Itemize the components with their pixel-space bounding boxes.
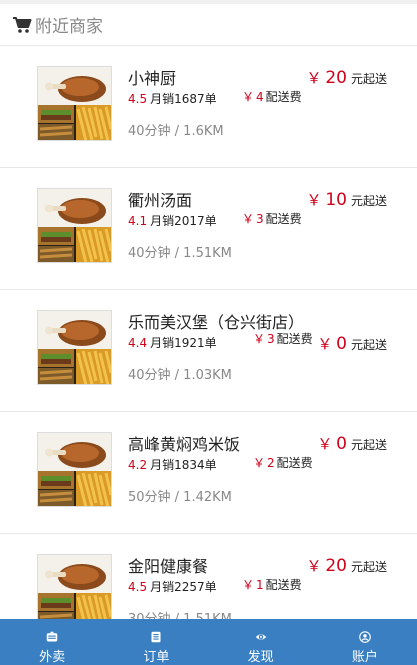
delivery-label: 配送费 <box>276 332 313 346</box>
tab-discover-label: 发现 <box>247 650 274 665</box>
shop-name: 高峰黄焖鸡米饭 <box>128 435 241 454</box>
shop-distance: 40分钟 / 1.51KM <box>128 246 232 261</box>
delivery-label: 配送费 <box>276 456 313 470</box>
food-image <box>38 189 111 262</box>
nearby-header: 附近商家 <box>0 4 417 46</box>
min-value: 10 <box>325 190 347 210</box>
min-currency: ￥ <box>306 191 322 209</box>
min-label: 元起送 <box>350 338 387 352</box>
delivery-value: 3 <box>256 212 264 226</box>
delivery-currency: ￥ <box>242 578 255 592</box>
delivery-label: 配送费 <box>265 578 302 592</box>
min-label: 元起送 <box>350 438 387 452</box>
shop-distance: 40分钟 / 1.6KM <box>128 124 224 139</box>
minimum-order: ￥ 0 元起送 <box>317 433 387 454</box>
food-image <box>38 433 111 506</box>
shop-thumbnail <box>37 310 112 385</box>
shop-meta: 4.5 月销1687单 <box>128 90 217 107</box>
shop-sales: 月销1687单 <box>150 92 217 106</box>
shop-meta: 4.2 月销1834单 <box>128 456 217 473</box>
min-currency: ￥ <box>306 69 322 87</box>
delivery-fee: ￥ 2 配送费 <box>253 454 313 471</box>
delivery-currency: ￥ <box>253 332 266 346</box>
delivery-fee: ￥ 3 配送费 <box>253 330 313 347</box>
shop-name: 衢州汤面 <box>128 191 193 210</box>
shop-sales: 月销2257单 <box>150 580 217 594</box>
minimum-order: ￥ 20 元起送 <box>307 67 388 88</box>
delivery-fee: ￥ 3 配送费 <box>242 210 302 227</box>
min-currency: ￥ <box>306 557 322 575</box>
shop-meta: 4.4 月销1921单 <box>128 334 217 351</box>
delivery-fee: ￥ 4 配送费 <box>242 88 302 105</box>
delivery-label: 配送费 <box>265 212 302 226</box>
delivery-value: 4 <box>256 90 264 104</box>
shop-distance: 50分钟 / 1.42KM <box>128 490 232 505</box>
tab-order-label: 订单 <box>143 650 170 665</box>
shop-sales: 月销2017单 <box>150 214 217 228</box>
shop-item[interactable]: 高峰黄焖鸡米饭 4.2 月销1834单 50分钟 / 1.42KM ￥ 2 配送费 ￥… <box>0 412 417 534</box>
shop-rating: 4.1 <box>128 214 148 228</box>
takeout-icon <box>46 631 58 642</box>
shop-rating: 4.4 <box>128 336 148 350</box>
shop-sales: 月销1921单 <box>150 336 217 350</box>
shop-item[interactable]: 金阳健康餐 4.5月销2257单 30分钟 / 1.51KM ￥1配送费 ￥ 2… <box>0 534 417 619</box>
shop-thumbnail <box>37 554 112 619</box>
delivery-currency: ￥ <box>242 90 255 104</box>
minimum-order: ￥ 10 元起送 <box>307 189 388 210</box>
delivery-fee: ￥ 1 配送费 <box>242 576 302 593</box>
shop-rating: 4.5 <box>128 580 148 594</box>
shop-item[interactable]: 衢州汤面 4.1 月销2017单 40分钟 / 1.51KM ￥ 3 配送费 ￥ 10… <box>0 168 417 290</box>
min-value: 0 <box>336 334 347 354</box>
minimum-order: ￥ 20 元起送 <box>307 555 388 576</box>
shop-rating: 4.5 <box>128 92 148 106</box>
min-currency: ￥ <box>317 435 333 453</box>
delivery-value: 2 <box>267 456 275 470</box>
shop-thumbnail <box>37 188 112 263</box>
minimum-order: ￥ 0 元起送 <box>317 333 387 354</box>
tab-order[interactable]: 订单 <box>104 619 208 665</box>
delivery-value: 1 <box>256 578 264 592</box>
min-label: 元起送 <box>350 194 387 208</box>
order-icon <box>151 631 161 643</box>
delivery-label: 配送费 <box>265 90 302 104</box>
shop-name: 小神厨 <box>128 69 177 88</box>
shop-meta: 4.1 月销2017单 <box>128 212 217 229</box>
page-title: 附近商家 <box>35 17 103 37</box>
tab-takeout-label: 外卖 <box>39 650 66 665</box>
food-image <box>38 555 111 619</box>
shop-thumbnail <box>37 432 112 507</box>
shop-name: 金阳健康餐 <box>128 557 209 576</box>
cart-icon <box>13 16 32 33</box>
min-value: 20 <box>325 556 347 576</box>
shop-meta: 4.5 月销2257单 <box>128 578 217 595</box>
food-image <box>38 67 111 140</box>
shop-item[interactable]: 小神厨 4.5 月销1687单 40分钟 / 1.6KM ￥ 4 配送费 ￥ 20 元起… <box>0 46 417 168</box>
shop-distance: 40分钟 / 1.03KM <box>128 368 232 383</box>
shop-list[interactable]: 小神厨 4.5 月销1687单 40分钟 / 1.6KM ￥ 4 配送费 ￥ 20 元起… <box>0 46 417 619</box>
tab-takeout[interactable]: 外卖 <box>0 619 104 665</box>
tab-account[interactable]: 账户 <box>313 619 417 665</box>
shop-item[interactable]: 乐而美汉堡（仓兴街店） 4.4 月销1921单 40分钟 / 1.03KM ￥ 3 配… <box>0 290 417 412</box>
tab-discover[interactable]: 发现 <box>209 619 313 665</box>
delivery-currency: ￥ <box>242 212 255 226</box>
min-label: 元起送 <box>350 72 387 86</box>
shop-sales: 月销1834单 <box>150 458 217 472</box>
eye-icon <box>255 634 266 640</box>
min-value: 0 <box>336 434 347 454</box>
shop-rating: 4.2 <box>128 458 148 472</box>
delivery-currency: ￥ <box>253 456 266 470</box>
delivery-value: 3 <box>267 332 275 346</box>
shop-distance: 30分钟 / 1.51KM <box>128 608 232 619</box>
min-value: 20 <box>325 68 347 88</box>
food-image <box>38 311 111 384</box>
min-label: 元起送 <box>350 560 387 574</box>
tab-account-label: 账户 <box>351 650 378 665</box>
bottom-tab-bar: 外卖 订单 发现 账户 <box>0 619 417 665</box>
min-currency: ￥ <box>317 335 333 353</box>
account-icon <box>359 631 371 643</box>
shop-thumbnail <box>37 66 112 141</box>
